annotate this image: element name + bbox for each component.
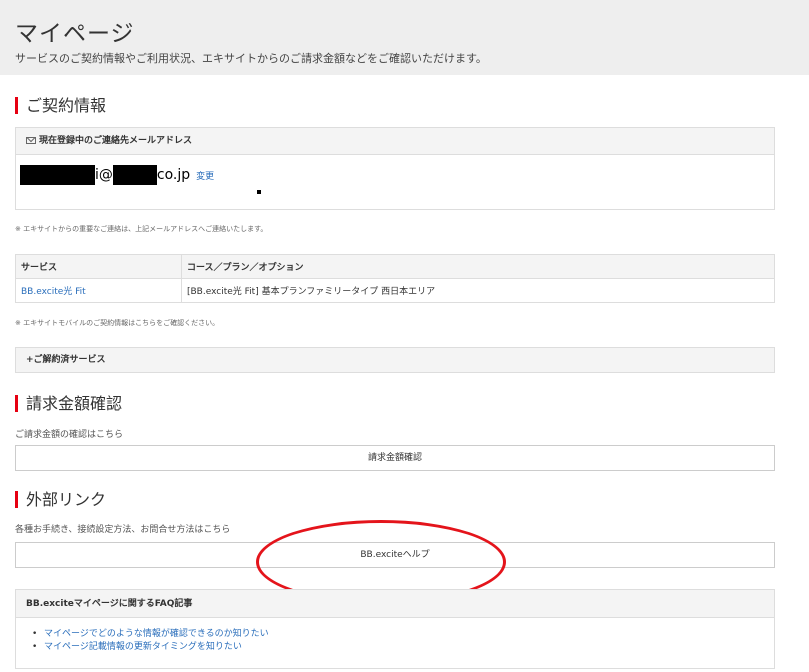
email-box-header-label: 現在登録中のご連絡先メールアドレス bbox=[39, 136, 193, 146]
change-email-link[interactable]: 変更 bbox=[196, 172, 214, 182]
faq-header: BB.exciteマイページに関するFAQ記事 bbox=[16, 590, 774, 618]
faq-link[interactable]: マイページ記載情報の更新タイミングを知りたい bbox=[32, 641, 774, 654]
page-subtitle: サービスのご契約情報やご利用状況、エキサイトからのご請求金額などをご確認いただけ… bbox=[15, 52, 487, 65]
service-link[interactable]: BB.excite光 Fit bbox=[15, 278, 182, 303]
faq-list: マイページでどのような情報が確認できるのか知りたい マイページ記載情報の更新タイ… bbox=[16, 618, 774, 654]
redaction-bar bbox=[112, 165, 157, 185]
help-button[interactable]: BB.exciteヘルプ bbox=[15, 542, 775, 568]
redaction-bar bbox=[20, 165, 95, 185]
table-header-plan: コース／プラン／オプション bbox=[181, 254, 775, 279]
table-row: BB.excite光 Fit [BB.excite光 Fit] 基本プランファミ… bbox=[15, 278, 775, 303]
email-text-part1: i@ bbox=[95, 167, 113, 183]
page-header: マイページ サービスのご契約情報やご利用状況、エキサイトからのご請求金額などをご… bbox=[0, 0, 809, 75]
email-note: ※ エキサイトからの重要なご連絡は、上記メールアドレスへご連絡いたします。 bbox=[15, 225, 268, 233]
email-text-part2: co.jp bbox=[156, 167, 191, 183]
billing-description: ご請求金額の確認はこちら bbox=[15, 430, 124, 440]
faq-link[interactable]: マイページでどのような情報が確認できるのか知りたい bbox=[32, 628, 774, 641]
page-title: マイページ bbox=[15, 21, 135, 47]
email-box-header: 現在登録中のご連絡先メールアドレス bbox=[16, 128, 774, 155]
email-box: 現在登録中のご連絡先メールアドレス i@ co.jp 変更 bbox=[15, 127, 775, 210]
redaction-dot bbox=[257, 190, 261, 194]
plan-cell: [BB.excite光 Fit] 基本プランファミリータイプ 西日本エリア bbox=[181, 278, 775, 303]
external-description: 各種お手続き、接続設定方法、お問合せ方法はこちら bbox=[15, 525, 231, 535]
table-header-service: サービス bbox=[15, 254, 182, 279]
table-header-row: サービス コース／プラン／オプション bbox=[15, 254, 775, 279]
service-table: サービス コース／プラン／オプション BB.excite光 Fit [BB.ex… bbox=[15, 254, 775, 303]
cancelled-services-label[interactable]: +ご解約済サービス bbox=[16, 348, 774, 372]
mobile-note: ※ エキサイトモバイルのご契約情報はこちらをご確認ください。 bbox=[15, 319, 220, 327]
section-title-billing: 請求金額確認 bbox=[15, 395, 122, 412]
section-title-external: 外部リンク bbox=[15, 491, 106, 508]
cancelled-services-toggle[interactable]: +ご解約済サービス bbox=[15, 347, 775, 373]
section-title-contract: ご契約情報 bbox=[15, 97, 106, 114]
email-address: i@ co.jp 変更 bbox=[20, 165, 214, 185]
faq-box: BB.exciteマイページに関するFAQ記事 マイページでどのような情報が確認… bbox=[15, 589, 775, 669]
mail-icon bbox=[26, 137, 36, 144]
billing-check-button[interactable]: 請求金額確認 bbox=[15, 445, 775, 471]
